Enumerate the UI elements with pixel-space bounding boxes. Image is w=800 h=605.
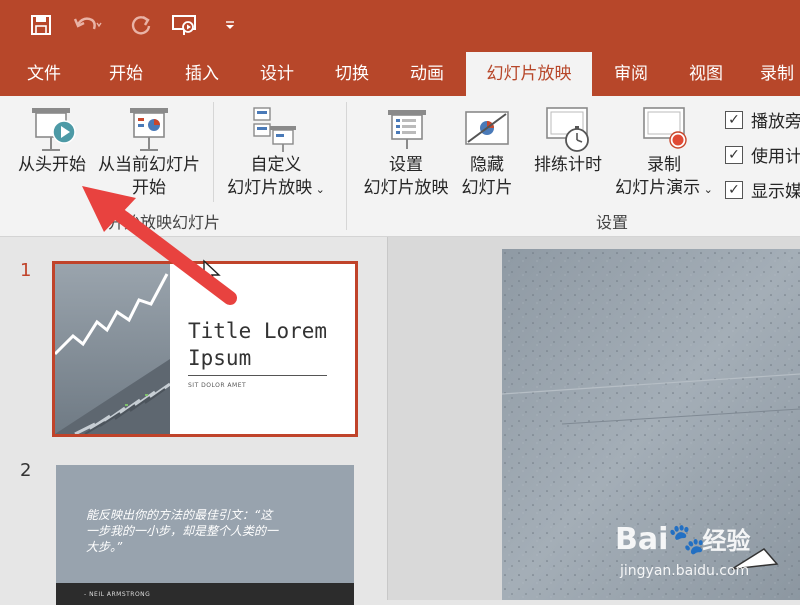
tab-file[interactable]: 文件 (10, 52, 78, 96)
title-bar (0, 0, 800, 52)
slide2-quote: 能反映出你的方法的最佳引文：“这 一步我的一小步，却是整个人类的一 大步。” (86, 508, 279, 554)
redo-icon[interactable] (128, 12, 154, 38)
tab-review[interactable]: 审阅 (597, 52, 665, 96)
watermark-url: jingyan.baidu.com (620, 563, 750, 579)
setup-show-label-line1: 设置 (389, 155, 423, 175)
tab-slide-show[interactable]: 幻灯片放映 (466, 52, 592, 96)
slide2-author: - NEIL ARMSTRONG (84, 591, 151, 598)
slide1-title: Title Lorem Ipsum (188, 319, 328, 370)
annotation-arrow-icon (82, 186, 237, 305)
set-up-slide-show-button[interactable]: 设置 幻灯片放映 (356, 102, 456, 206)
tab-transitions[interactable]: 切换 (318, 52, 386, 96)
play-narrations-checkbox[interactable]: ✓ 播放旁 (725, 107, 800, 132)
custom-show-icon (253, 107, 296, 152)
customize-dropdown-icon[interactable] (222, 12, 238, 38)
setup-show-label-line2: 幻灯片放映 (363, 178, 449, 198)
record-slide-show-button[interactable]: 录制 幻灯片演示 ⌄ (610, 102, 718, 206)
tab-record[interactable]: 录制 (747, 52, 800, 96)
record-show-label-line1: 录制 (647, 155, 681, 175)
rehearse-timer-icon (546, 107, 589, 152)
slide1-title-rule (188, 375, 327, 376)
hide-slide-button[interactable]: 隐藏 幻灯片 (456, 102, 518, 206)
record-show-icon (643, 107, 687, 149)
save-icon[interactable] (28, 12, 54, 38)
checkbox-checked-icon: ✓ (725, 110, 743, 129)
slide1-subtitle: SIT DOLOR AMET (188, 382, 247, 389)
projector-screen-play-icon (32, 108, 76, 151)
record-show-label-line2: 幻灯片演示 ⌄ (615, 178, 713, 198)
group-label-setup: 设置 (596, 213, 629, 232)
projector-screen-chart-icon (130, 108, 168, 151)
slide-number-2: 2 (20, 460, 32, 481)
hide-slide-label-line2: 幻灯片 (461, 178, 513, 198)
checkbox-checked-icon: ✓ (725, 145, 743, 164)
checkbox-checked-icon: ✓ (725, 180, 743, 199)
ribbon-tabs: 文件 开始 插入 设计 切换 动画 幻灯片放映 审阅 视图 录制 (0, 52, 800, 96)
tab-home[interactable]: 开始 (92, 52, 160, 96)
undo-icon[interactable] (72, 12, 102, 38)
use-timings-label: 使用计 (751, 147, 800, 167)
use-timings-checkbox[interactable]: ✓ 使用计 (725, 142, 800, 167)
slide-number-1: 1 (20, 260, 32, 281)
setup-show-icon (388, 110, 426, 149)
tab-design[interactable]: 设计 (243, 52, 311, 96)
hide-slide-label-line1: 隐藏 (470, 155, 504, 175)
slide-thumbnail-2[interactable]: 能反映出你的方法的最佳引文：“这 一步我的一小步，却是整个人类的一 大步。” -… (56, 465, 354, 605)
play-narrations-label: 播放旁 (751, 112, 800, 132)
group-separator (346, 102, 347, 230)
rehearse-timings-button[interactable]: 排练计时 (526, 102, 610, 206)
show-media-controls-label: 显示媒 (751, 182, 800, 202)
rehearse-timings-label: 排练计时 (534, 155, 602, 175)
baidu-watermark: Bai🐾经验 (615, 522, 751, 557)
paw-icon: 🐾 (668, 522, 706, 557)
tab-insert[interactable]: 插入 (168, 52, 236, 96)
tab-view[interactable]: 视图 (672, 52, 740, 96)
present-from-beginning-icon[interactable] (170, 12, 200, 38)
hide-slide-icon (465, 111, 509, 145)
show-media-controls-checkbox[interactable]: ✓ 显示媒 (725, 177, 800, 202)
tab-animations[interactable]: 动画 (393, 52, 461, 96)
